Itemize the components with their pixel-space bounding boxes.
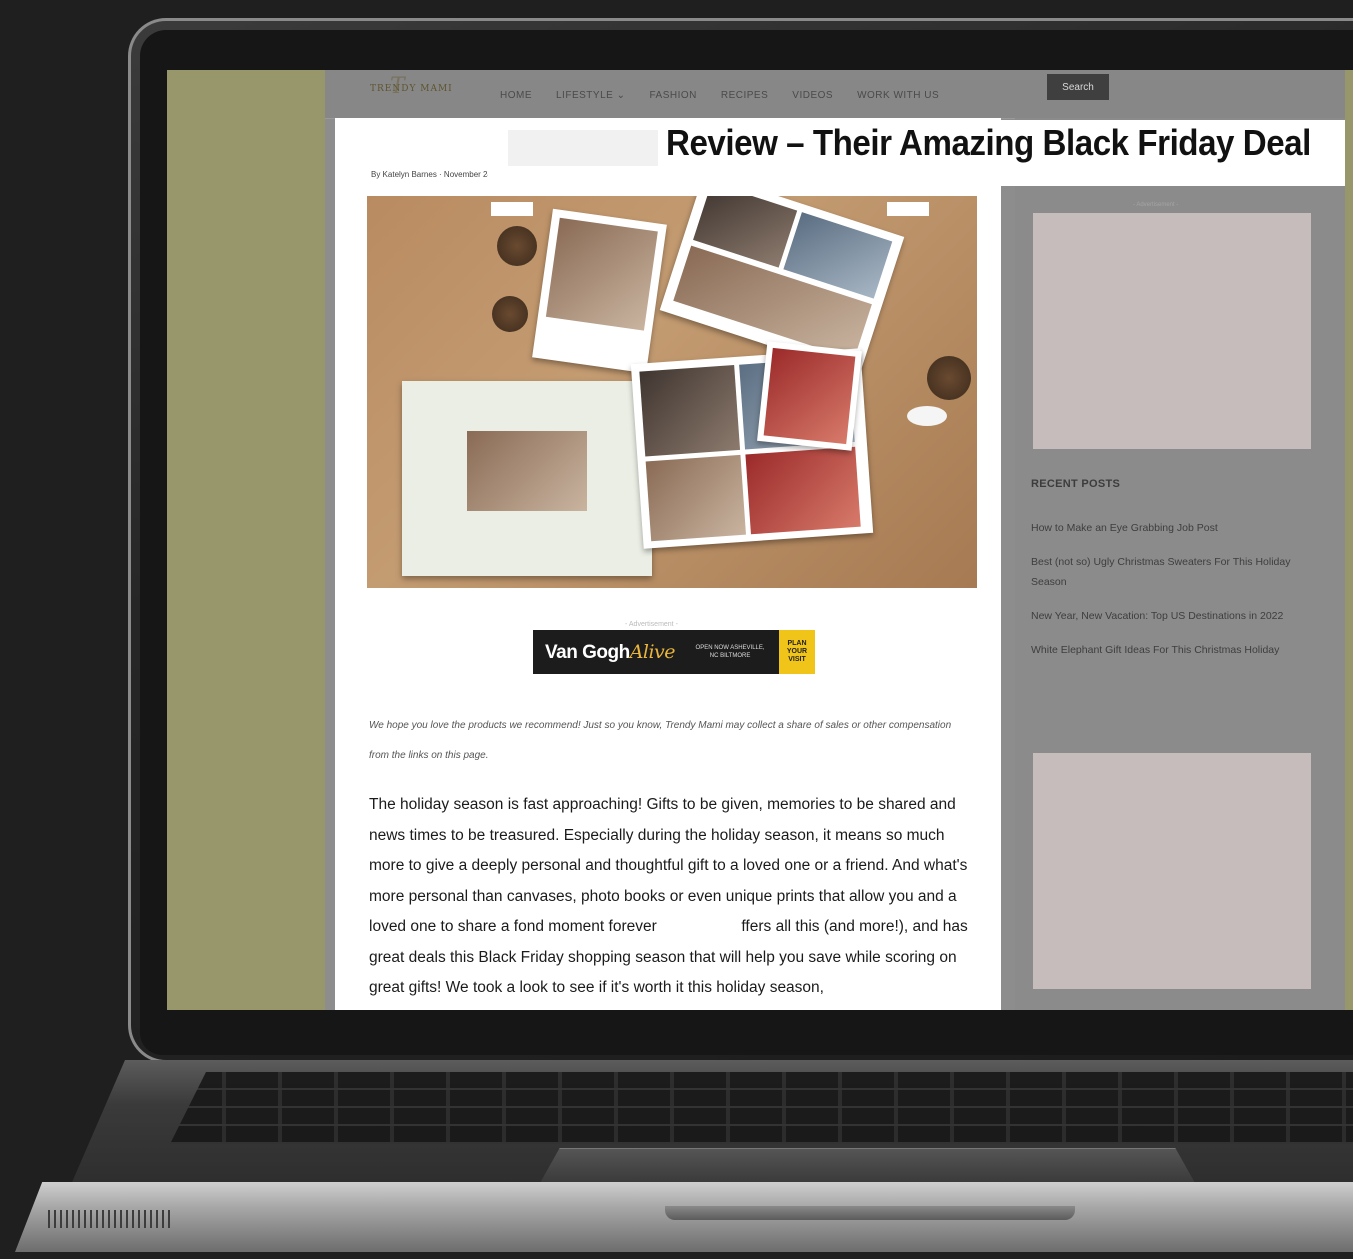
logo-text: TRENDY MAMI: [370, 84, 453, 94]
sidebar-advertisement-label: - Advertisement -: [1133, 202, 1179, 208]
site-header: T TRENDY MAMI HOME LIFESTYLE ⌄ FASHION R…: [325, 70, 1353, 119]
laptop-lid-notch: [665, 1206, 1075, 1220]
left-background: [167, 70, 325, 1010]
logo-mark-icon: T: [390, 74, 406, 99]
article-content: By Katelyn Barnes · November 24, 2020 - …: [335, 118, 1001, 1010]
recent-post-link[interactable]: New Year, New Vacation: Top US Destinati…: [1031, 606, 1301, 626]
redacted-text: [661, 919, 738, 934]
advertisement-label: - Advertisement -: [625, 621, 678, 628]
nav-item-videos[interactable]: VIDEOS: [792, 90, 833, 101]
site-logo[interactable]: T TRENDY MAMI: [370, 74, 453, 99]
redacted-brand: [508, 130, 658, 166]
main-nav: HOME LIFESTYLE ⌄ FASHION RECIPES VIDEOS …: [500, 90, 939, 101]
photo-book-cover: [402, 381, 652, 576]
article-paragraph: The holiday season is fast approaching! …: [369, 796, 968, 935]
search-button[interactable]: Search: [1047, 74, 1109, 100]
laptop-screen: T TRENDY MAMI HOME LIFESTYLE ⌄ FASHION R…: [167, 70, 1353, 1010]
sidebar-ad-slot[interactable]: [1033, 213, 1311, 449]
ribbon-bow: [907, 406, 947, 426]
nav-item-fashion[interactable]: FASHION: [649, 90, 696, 101]
nav-item-home[interactable]: HOME: [500, 90, 532, 101]
nav-item-work-with-us[interactable]: WORK WITH US: [857, 90, 939, 101]
nav-item-recipes[interactable]: RECIPES: [721, 90, 768, 101]
pinecone-decoration: [497, 226, 537, 266]
ad-cta-button[interactable]: PLAN YOUR VISIT: [779, 630, 815, 674]
photo-card: [757, 341, 862, 451]
sidebar-ad-slot[interactable]: [1033, 753, 1311, 989]
article-title: Review – Their Amazing Black Friday Deal: [666, 122, 1311, 163]
recent-posts-heading: RECENT POSTS: [1031, 478, 1121, 490]
laptop-trackpad: [540, 1148, 1195, 1183]
recent-post-link[interactable]: White Elephant Gift Ideas For This Chris…: [1031, 640, 1301, 660]
hero-image: [367, 196, 977, 588]
right-background: [1345, 70, 1353, 1010]
ad-brand: Van GoghAlive: [545, 640, 676, 663]
nav-item-lifestyle[interactable]: LIFESTYLE ⌄: [556, 90, 625, 101]
image-tag: [887, 202, 929, 216]
article-body: The holiday season is fast approaching! …: [369, 790, 979, 1004]
web-page: T TRENDY MAMI HOME LIFESTYLE ⌄ FASHION R…: [325, 70, 1353, 1010]
recent-posts-list: How to Make an Eye Grabbing Job Post Bes…: [1031, 518, 1301, 676]
recent-post-link[interactable]: How to Make an Eye Grabbing Job Post: [1031, 518, 1301, 538]
laptop-keyboard: [170, 1072, 1353, 1144]
laptop-vent: [48, 1210, 173, 1228]
affiliate-disclaimer: We hope you love the products we recomme…: [369, 720, 952, 761]
ad-details: OPEN NOW ASHEVILLE, NC BILTMORE: [695, 645, 765, 659]
photo-card: [532, 208, 667, 374]
sidebar: - Advertisement - RECENT POSTS How to Ma…: [1015, 118, 1353, 1010]
recent-post-link[interactable]: Best (not so) Ugly Christmas Sweaters Fo…: [1031, 552, 1301, 592]
pinecone-decoration: [927, 356, 971, 400]
advertisement-banner[interactable]: Van GoghAlive OPEN NOW ASHEVILLE, NC BIL…: [533, 630, 815, 674]
pinecone-decoration: [492, 296, 528, 332]
article-title-box: Review – Their Amazing Black Friday Deal: [488, 120, 1348, 186]
image-tag: [491, 202, 533, 216]
